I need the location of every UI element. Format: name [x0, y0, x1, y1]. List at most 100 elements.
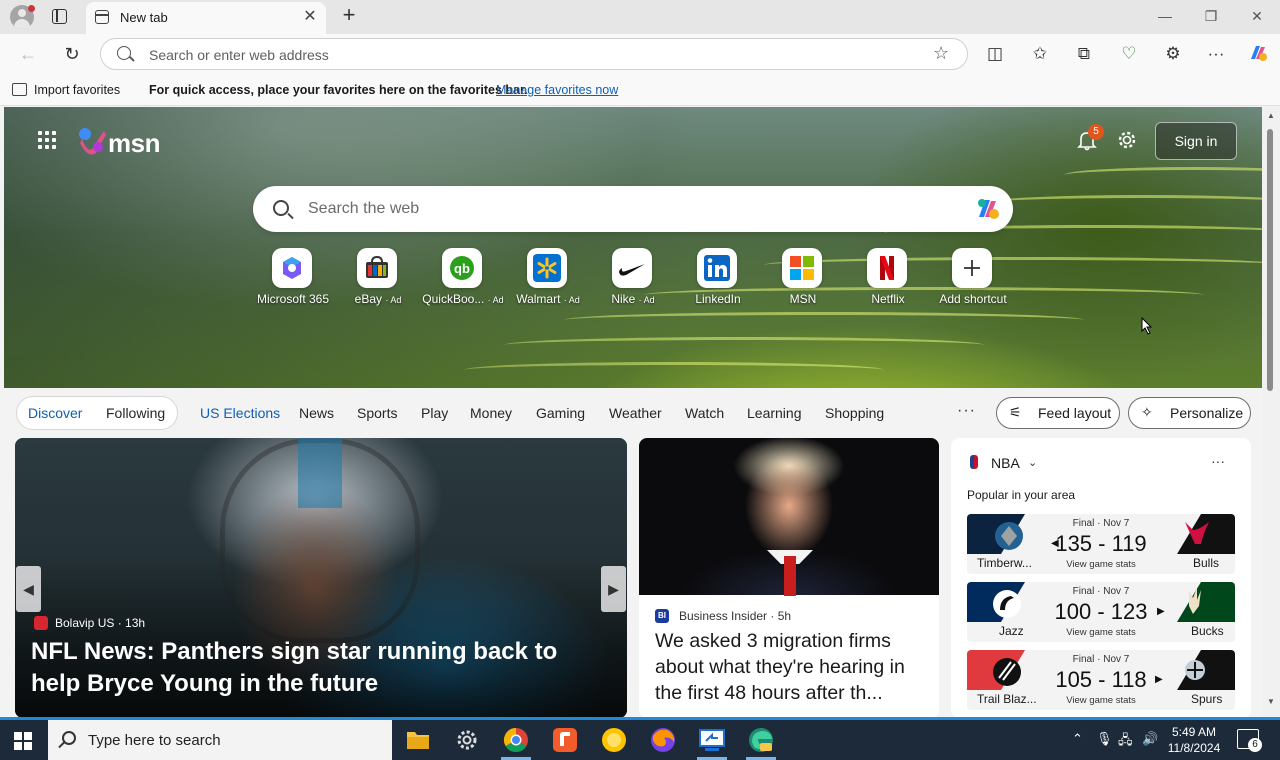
- norton-icon[interactable]: [599, 726, 629, 754]
- show-hidden-icons-chevron-up-icon[interactable]: ⌃: [1072, 731, 1083, 747]
- scrollbar-thumb[interactable]: [1267, 129, 1273, 391]
- notification-count-badge: 5: [1088, 124, 1104, 140]
- tab-weather[interactable]: Weather: [609, 405, 662, 421]
- news-story-card[interactable]: BI Business Insider · 5h We asked 3 migr…: [639, 438, 939, 717]
- import-favorites-button[interactable]: Import favorites: [34, 83, 120, 97]
- tab-play[interactable]: Play: [421, 405, 448, 421]
- personalize-button[interactable]: ✧ Personalize: [1128, 397, 1251, 429]
- game-row[interactable]: Timberw... Bulls Final · Nov 7 135 - 119…: [967, 514, 1235, 574]
- shortcut-walmart[interactable]: Walmart · Ad: [505, 248, 591, 310]
- web-search-box[interactable]: Search the web: [253, 186, 1013, 232]
- favorite-star-icon[interactable]: ☆: [933, 43, 949, 64]
- shortcut-msn[interactable]: MSN: [760, 248, 846, 310]
- game-row[interactable]: Jazz Bucks Final · Nov 7 100 - 123 ▶ Vie…: [967, 582, 1235, 642]
- windows-start-icon[interactable]: [14, 732, 32, 750]
- close-window-button[interactable]: ✕: [1242, 6, 1272, 26]
- tab-following[interactable]: Following: [106, 405, 165, 421]
- address-input[interactable]: Search or enter web address: [149, 47, 329, 63]
- tab-news[interactable]: News: [299, 405, 334, 421]
- tab-money[interactable]: Money: [470, 405, 512, 421]
- browser-essentials-icon[interactable]: ♡: [1115, 42, 1143, 66]
- firefox-icon[interactable]: [648, 726, 678, 754]
- taskbar-clock[interactable]: 5:49 AM 11/8/2024: [1166, 724, 1222, 756]
- tab-sports[interactable]: Sports: [357, 405, 397, 421]
- game-status: Final · Nov 7: [1072, 518, 1130, 529]
- shortcut-netflix[interactable]: Netflix: [845, 248, 931, 310]
- shortcut-ebay[interactable]: eBay · Ad: [335, 248, 421, 310]
- back-button[interactable]: ←: [14, 42, 42, 66]
- tab-shopping[interactable]: Shopping: [825, 405, 884, 421]
- minimize-button[interactable]: —: [1150, 6, 1180, 26]
- svg-text:qb: qb: [454, 261, 470, 276]
- scroll-up-icon[interactable]: ▲: [1267, 111, 1275, 120]
- page-settings-gear-icon[interactable]: [1116, 129, 1138, 151]
- tab-us-elections[interactable]: US Elections: [200, 405, 280, 421]
- manage-favorites-link[interactable]: Manage favorites now: [496, 83, 618, 97]
- hero-story-card[interactable]: ◀ ▶ Bolavip US · 13h NFL News: Panthers …: [15, 438, 627, 717]
- microphone-icon[interactable]: 🎙: [1096, 731, 1113, 747]
- file-explorer-icon[interactable]: [403, 726, 433, 754]
- shortcut-linkedin[interactable]: LinkedIn: [675, 248, 761, 310]
- view-game-stats-link[interactable]: View game stats: [967, 695, 1235, 706]
- carousel-prev-button[interactable]: ◀: [16, 566, 41, 612]
- extensions-icon[interactable]: ⚙: [1159, 42, 1187, 66]
- game-status: Final · Nov 7: [1072, 586, 1130, 597]
- nba-more-options-button[interactable]: ···: [1211, 453, 1225, 469]
- view-game-stats-link[interactable]: View game stats: [967, 559, 1235, 570]
- feed-layout-button[interactable]: ⚟ Feed layout: [996, 397, 1120, 429]
- tab-new-tab[interactable]: New tab ✕: [86, 2, 326, 34]
- more-categories-button[interactable]: ···: [957, 402, 976, 420]
- scroll-down-icon[interactable]: ▼: [1267, 697, 1275, 706]
- sign-in-button[interactable]: Sign in: [1155, 122, 1237, 160]
- split-screen-icon[interactable]: ◫: [981, 42, 1009, 66]
- news-story-source[interactable]: Business Insider · 5h: [679, 609, 791, 623]
- msn-logo-icon[interactable]: [76, 125, 108, 157]
- shortcut-nike[interactable]: Nike · Ad: [590, 248, 676, 310]
- copilot-search-icon[interactable]: [973, 195, 1003, 223]
- volume-icon[interactable]: 🔊: [1142, 731, 1158, 747]
- app-launcher-icon[interactable]: [38, 131, 58, 151]
- favorites-icon[interactable]: ✩: [1026, 42, 1054, 66]
- tab-actions-icon[interactable]: [52, 9, 67, 24]
- restore-button[interactable]: ❐: [1196, 6, 1226, 26]
- tab-discover[interactable]: Discover: [28, 405, 82, 421]
- hero-story-title[interactable]: NFL News: Panthers sign star running bac…: [31, 636, 611, 700]
- shortcut-label: LinkedIn: [695, 292, 741, 306]
- network-icon[interactable]: 🖧: [1118, 731, 1133, 753]
- taskbar-search-box[interactable]: Type here to search: [48, 720, 392, 760]
- chevron-down-icon[interactable]: ⌄: [1028, 456, 1037, 469]
- shortcut-add[interactable]: Add shortcut: [930, 248, 1016, 310]
- carousel-next-button[interactable]: ▶: [601, 566, 626, 612]
- close-tab-icon[interactable]: ✕: [301, 8, 319, 26]
- edge-canary-icon[interactable]: [746, 726, 776, 754]
- shortcut-label: Nike: [611, 292, 636, 306]
- web-search-input[interactable]: Search the web: [308, 200, 419, 218]
- taskbar-search-input[interactable]: Type here to search: [88, 732, 221, 749]
- shortcut-label: Walmart: [516, 292, 561, 306]
- address-bar[interactable]: Search or enter web address ☆: [100, 38, 968, 70]
- remote-desktop-icon[interactable]: [697, 726, 727, 754]
- chrome-icon[interactable]: [501, 726, 531, 754]
- import-favorites-icon[interactable]: [12, 83, 27, 96]
- ad-label: · Ad: [385, 295, 402, 305]
- app-icon[interactable]: [550, 726, 580, 754]
- settings-icon[interactable]: [452, 726, 482, 754]
- tab-gaming[interactable]: Gaming: [536, 405, 585, 421]
- new-tab-button[interactable]: +: [338, 4, 360, 27]
- view-game-stats-link[interactable]: View game stats: [967, 627, 1235, 638]
- microsoft365-icon: [272, 248, 312, 288]
- shortcut-microsoft-365[interactable]: Microsoft 365: [250, 248, 336, 310]
- msn-logo-text[interactable]: msn: [108, 128, 160, 159]
- tab-learning[interactable]: Learning: [747, 405, 802, 421]
- vertical-scrollbar[interactable]: ▲ ▼: [1262, 107, 1280, 717]
- collections-icon[interactable]: ⧉: [1070, 42, 1098, 66]
- tab-watch[interactable]: Watch: [685, 405, 724, 421]
- refresh-button[interactable]: ↻: [58, 42, 86, 66]
- news-story-title[interactable]: We asked 3 migration firms about what th…: [655, 628, 931, 706]
- copilot-icon[interactable]: [1244, 42, 1272, 66]
- hero-story-source[interactable]: Bolavip US · 13h: [55, 616, 145, 630]
- settings-more-icon[interactable]: ···: [1202, 42, 1230, 66]
- shortcut-quickbooks[interactable]: qb QuickBoo... · Ad: [420, 248, 506, 310]
- game-row[interactable]: Trail Blaz... Spurs Final · Nov 7 105 - …: [967, 650, 1235, 710]
- nba-title[interactable]: NBA: [991, 455, 1020, 471]
